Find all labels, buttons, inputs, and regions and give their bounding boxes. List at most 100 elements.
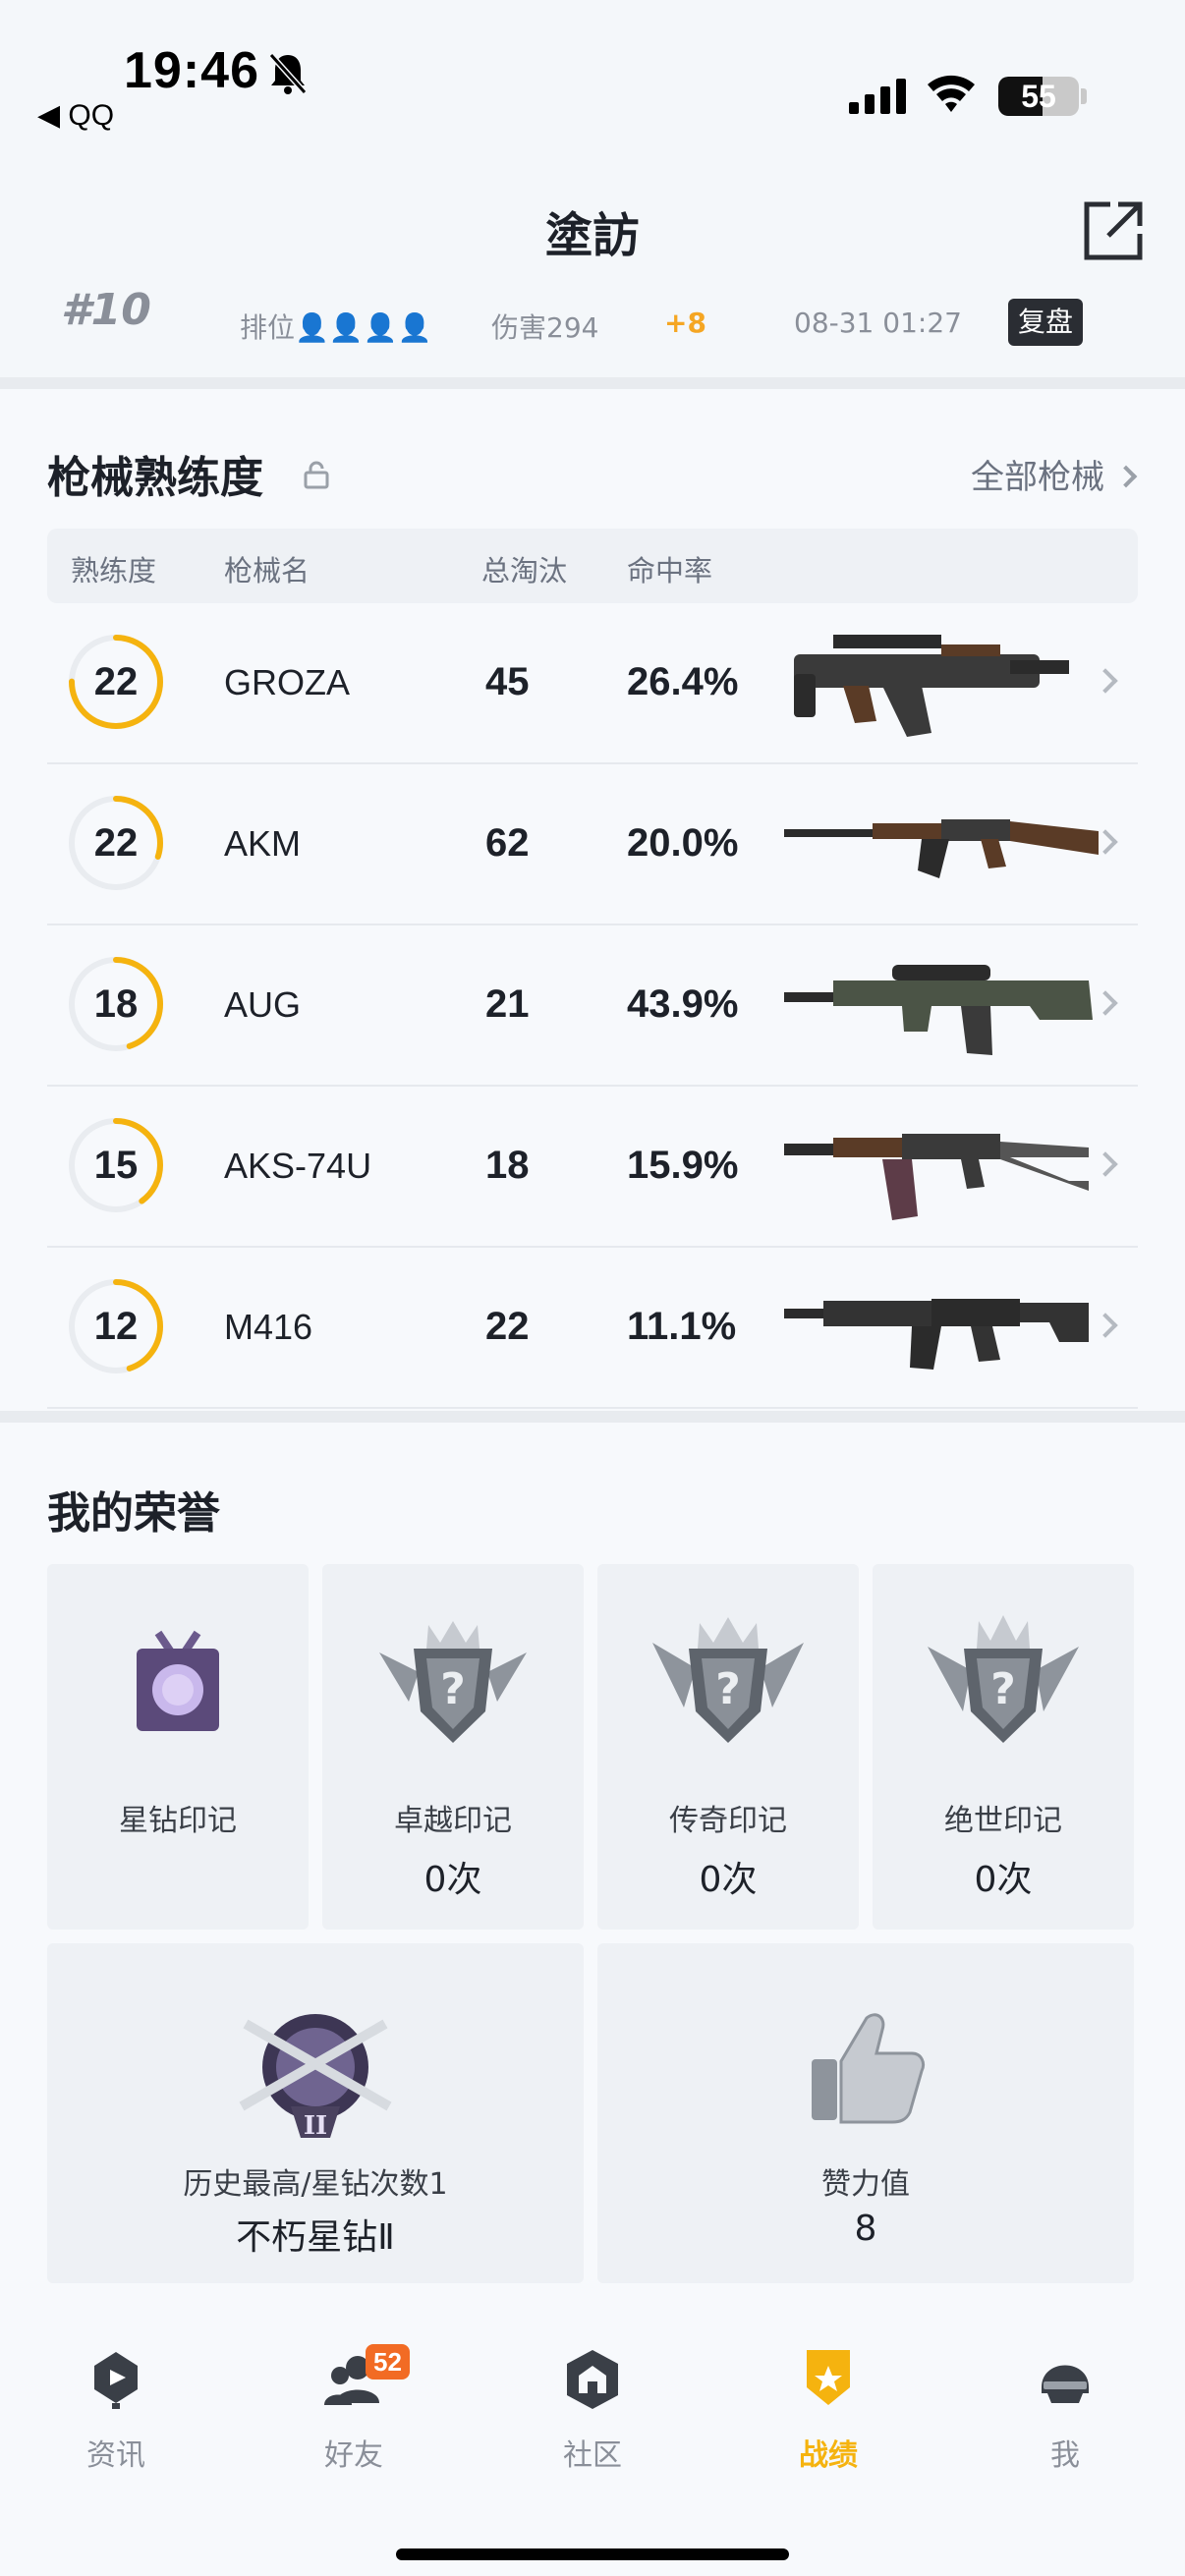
crossed-rifles-badge-icon: II [239, 2014, 392, 2141]
svg-text:?: ? [440, 1664, 466, 1714]
weapon-name: AUG [224, 984, 302, 1025]
honor-count: 0次 [699, 1860, 758, 1900]
weapon-name: AKM [224, 823, 302, 864]
all-weapons-link[interactable]: 全部枪械 [971, 450, 1138, 498]
honor-peerless-mark[interactable]: ? 绝世印记 0次 [873, 1564, 1134, 1930]
honor-label: 绝世印记 [944, 1804, 1062, 1838]
history-highest-card[interactable]: II 历史最高/星钻次数1 不朽星钻Ⅱ [47, 1943, 584, 2283]
locked-badge-icon: ? [928, 1615, 1079, 1743]
medal-icon [137, 1630, 219, 1731]
weapon-kills: 21 [485, 982, 530, 1026]
history-label: 历史最高/星钻次数1 [183, 2167, 448, 2202]
weapon-row-m416[interactable]: 12 M416 22 11.1% [47, 1248, 1138, 1409]
page-title: 塗訪 [544, 208, 640, 263]
section-divider [0, 377, 1185, 389]
col-proficiency: 熟练度 [71, 554, 157, 588]
weapon-kills: 18 [485, 1144, 530, 1187]
weapon-section-title: 枪械熟练度 [47, 453, 263, 503]
proficiency-level: 12 [93, 1305, 139, 1348]
section-divider [0, 1411, 1185, 1423]
news-icon [94, 2352, 138, 2409]
honor-count: 0次 [974, 1860, 1033, 1900]
likes-value: 8 [854, 2209, 877, 2249]
col-total-kills: 总淘汰 [481, 554, 568, 588]
aks74u-icon [784, 1134, 1089, 1220]
weapon-accuracy: 26.4% [627, 660, 739, 703]
match-damage: 伤害294 [491, 311, 599, 344]
lock-icon[interactable] [303, 460, 330, 489]
weapon-kills: 62 [485, 821, 530, 865]
col-weapon-name: 枪械名 [224, 554, 310, 588]
likes-card[interactable]: 赞力值 8 [597, 1943, 1134, 2283]
thumbs-up-icon [812, 2013, 926, 2124]
record-icon [807, 2350, 850, 2405]
tab-me[interactable]: 我 [996, 2348, 1134, 2474]
match-mode: 排位👤👤👤👤 [240, 311, 432, 344]
honor-star-diamond-mark[interactable]: 星钻印记 [47, 1564, 309, 1930]
chevron-right-icon [1114, 465, 1138, 487]
me-icon [1042, 2365, 1089, 2403]
status-bar: 19:46 ◀ QQ 55 [0, 0, 1185, 147]
back-to-app-link[interactable]: ◀ QQ [37, 98, 114, 133]
weapon-kills: 45 [485, 660, 530, 703]
history-value: 不朽星钻Ⅱ [236, 2217, 395, 2258]
honor-label: 传奇印记 [669, 1804, 787, 1838]
col-accuracy: 命中率 [627, 554, 713, 588]
m416-icon [784, 1299, 1089, 1370]
weapon-name: AKS-74U [224, 1146, 372, 1186]
aug-icon [784, 965, 1093, 1055]
proficiency-level: 15 [93, 1144, 139, 1187]
community-icon [567, 2350, 618, 2409]
tab-label: 战绩 [799, 2438, 858, 2473]
tab-label: 我 [1050, 2438, 1080, 2473]
svg-text:?: ? [990, 1664, 1016, 1714]
cellular-signal-icon [849, 79, 906, 114]
match-rank-change: +8 [664, 307, 706, 339]
status-time: 19:46 [124, 42, 259, 99]
wifi-icon [928, 75, 975, 112]
weapon-row-groza[interactable]: 22 GROZA 45 26.4% [47, 603, 1138, 764]
tab-news[interactable]: 资讯 [47, 2348, 185, 2474]
battery-icon: 55 [998, 77, 1079, 116]
honor-count: 0次 [423, 1860, 482, 1900]
all-weapons-label: 全部枪械 [971, 458, 1104, 497]
notification-badge: 52 [366, 2344, 410, 2380]
honors-section-title: 我的荣誉 [47, 1488, 220, 1539]
battery-cap [1081, 88, 1087, 104]
weapon-accuracy: 11.1% [627, 1305, 737, 1348]
weapon-row-aug[interactable]: 18 AUG 21 43.9% [47, 925, 1138, 1087]
weapon-kills: 22 [485, 1305, 530, 1348]
svg-text:?: ? [715, 1664, 741, 1714]
home-indicator[interactable] [396, 2548, 789, 2560]
match-time: 08-31 01:27 [794, 307, 962, 339]
likes-label: 赞力值 [821, 2167, 910, 2202]
honor-excellence-mark[interactable]: ? 卓越印记 0次 [322, 1564, 584, 1930]
honor-legend-mark[interactable]: ? 传奇印记 0次 [597, 1564, 859, 1930]
honor-label: 星钻印记 [119, 1804, 237, 1838]
weapon-row-aks74u[interactable]: 15 AKS-74U 18 15.9% [47, 1087, 1138, 1248]
weapon-accuracy: 15.9% [627, 1144, 739, 1187]
honor-label: 卓越印记 [394, 1804, 512, 1838]
replay-button[interactable]: 复盘 [1008, 299, 1084, 346]
share-icon[interactable] [1081, 198, 1146, 263]
weapon-name: GROZA [224, 662, 351, 702]
match-rank: #10 [61, 285, 151, 335]
proficiency-level: 22 [93, 660, 139, 703]
weapon-table-header: 熟练度 枪械名 总淘汰 命中率 [47, 529, 1138, 603]
weapon-name: M416 [224, 1307, 313, 1347]
tab-records[interactable]: 战绩 [760, 2348, 897, 2474]
tab-label: 好友 [324, 2438, 383, 2473]
groza-icon [794, 635, 1069, 737]
tab-community[interactable]: 社区 [524, 2348, 661, 2474]
svg-text:II: II [304, 2111, 327, 2141]
locked-badge-icon: ? [652, 1617, 804, 1743]
weapon-accuracy: 43.9% [627, 982, 739, 1026]
bell-muted-icon [268, 52, 308, 95]
locked-badge-icon: ? [379, 1621, 527, 1743]
proficiency-level: 18 [93, 982, 139, 1026]
weapon-accuracy: 20.0% [627, 821, 739, 865]
tab-label: 资讯 [86, 2438, 145, 2473]
battery-percent: 55 [1021, 79, 1056, 114]
weapon-row-akm[interactable]: 22 AKM 62 20.0% [47, 764, 1138, 925]
akm-icon [784, 819, 1099, 878]
